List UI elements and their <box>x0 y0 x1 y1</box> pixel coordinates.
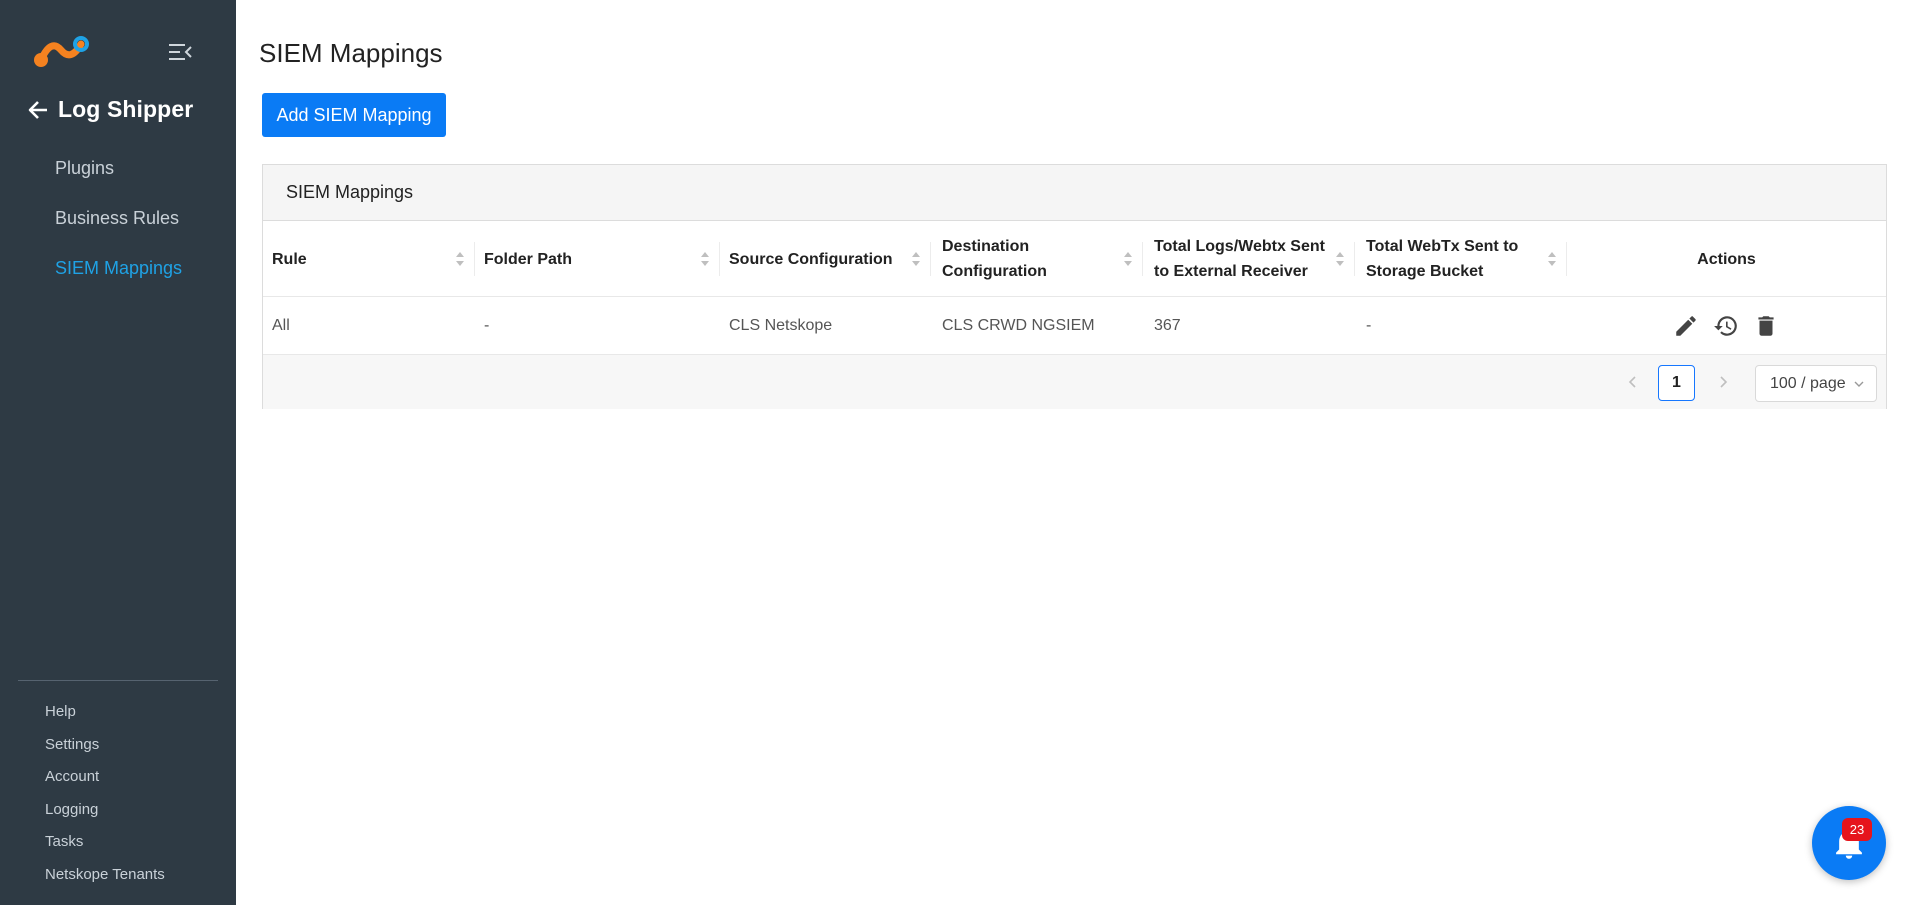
column-header-source-configuration[interactable]: Source Configuration <box>720 221 931 297</box>
back-to-log-shipper[interactable]: Log Shipper <box>27 96 193 123</box>
add-siem-mapping-button[interactable]: Add SIEM Mapping <box>262 93 446 137</box>
column-header-folder-path[interactable]: Folder Path <box>475 221 720 297</box>
sidebar-bottom-nav: Help Settings Account Logging Tasks Nets… <box>45 700 165 896</box>
sidebar-item-netskope-tenants[interactable]: Netskope Tenants <box>45 863 165 896</box>
column-header-rule[interactable]: Rule <box>263 221 475 297</box>
sidebar-nav: Plugins Business Rules SIEM Mappings <box>0 150 236 300</box>
sidebar-item-tasks[interactable]: Tasks <box>45 830 165 863</box>
page-size-value: 100 / page <box>1770 374 1846 392</box>
sidebar: Log Shipper Plugins Business Rules SIEM … <box>0 0 236 905</box>
cell-source-configuration: CLS Netskope <box>729 317 833 334</box>
card-title: SIEM Mappings <box>263 165 1886 221</box>
page-title: SIEM Mappings <box>259 38 443 68</box>
sort-icon[interactable] <box>455 249 465 269</box>
chevron-down-icon <box>1854 381 1864 387</box>
section-title: Log Shipper <box>58 96 194 122</box>
cell-total-webtx: - <box>1366 317 1372 334</box>
delete-icon[interactable] <box>1753 313 1779 339</box>
row-actions <box>1673 297 1779 355</box>
cell-folder-path: - <box>484 317 490 334</box>
netskope-logo[interactable] <box>33 36 91 70</box>
cell-total-logs: 367 <box>1154 317 1181 334</box>
sort-icon[interactable] <box>1123 249 1133 269</box>
sidebar-divider <box>18 680 218 681</box>
collapse-menu-icon[interactable] <box>168 42 192 62</box>
column-header-total-webtx[interactable]: Total WebTx Sent to Storage Bucket <box>1355 221 1567 297</box>
sidebar-item-plugins[interactable]: Plugins <box>0 150 236 200</box>
sidebar-item-business-rules[interactable]: Business Rules <box>0 200 236 250</box>
column-header-total-logs[interactable]: Total Logs/Webtx Sent to External Receiv… <box>1143 221 1355 297</box>
sidebar-item-account[interactable]: Account <box>45 765 165 798</box>
column-label: Folder Path <box>484 250 573 268</box>
sidebar-item-siem-mappings[interactable]: SIEM Mappings <box>0 250 236 300</box>
sort-icon[interactable] <box>700 249 710 269</box>
pagination-page-current[interactable]: 1 <box>1658 365 1695 401</box>
notifications-button[interactable]: 23 <box>1812 806 1886 880</box>
column-header-actions: Actions <box>1567 221 1886 297</box>
page-size-select[interactable]: 100 / page <box>1755 365 1877 402</box>
column-label: Rule <box>272 250 307 268</box>
sidebar-item-logging[interactable]: Logging <box>45 798 165 831</box>
column-header-destination-configuration[interactable]: Destination Configuration <box>931 221 1143 297</box>
column-label: Actions <box>1697 250 1756 268</box>
sort-icon[interactable] <box>1547 249 1557 269</box>
column-label: Total Logs/Webtx Sent to External Receiv… <box>1154 238 1325 280</box>
sidebar-item-settings[interactable]: Settings <box>45 733 165 766</box>
chevron-left-icon[interactable] <box>1625 373 1641 391</box>
chevron-right-icon[interactable] <box>1715 373 1731 391</box>
history-icon[interactable] <box>1713 313 1739 339</box>
sidebar-item-help[interactable]: Help <box>45 700 165 733</box>
column-label: Total WebTx Sent to Storage Bucket <box>1366 238 1519 280</box>
siem-mappings-card: SIEM Mappings Rule Folder Path Source Co… <box>262 164 1887 409</box>
sort-icon[interactable] <box>1335 249 1345 269</box>
table-header: Rule Folder Path Source Configuration De… <box>263 221 1886 297</box>
column-label: Source Configuration <box>729 250 893 268</box>
cell-rule: All <box>272 317 290 334</box>
cell-destination-configuration: CLS CRWD NGSIEM <box>942 317 1095 334</box>
pagination-bar: 1 100 / page <box>263 355 1886 409</box>
main-content: SIEM Mappings Add SIEM Mapping SIEM Mapp… <box>236 0 1919 905</box>
arrow-left-icon <box>28 100 47 119</box>
edit-icon[interactable] <box>1673 313 1699 339</box>
table-row: All - CLS Netskope CLS CRWD NGSIEM 367 - <box>263 297 1886 355</box>
column-label: Destination Configuration <box>942 238 1047 280</box>
sort-icon[interactable] <box>911 249 921 269</box>
notification-count-badge: 23 <box>1842 818 1872 841</box>
